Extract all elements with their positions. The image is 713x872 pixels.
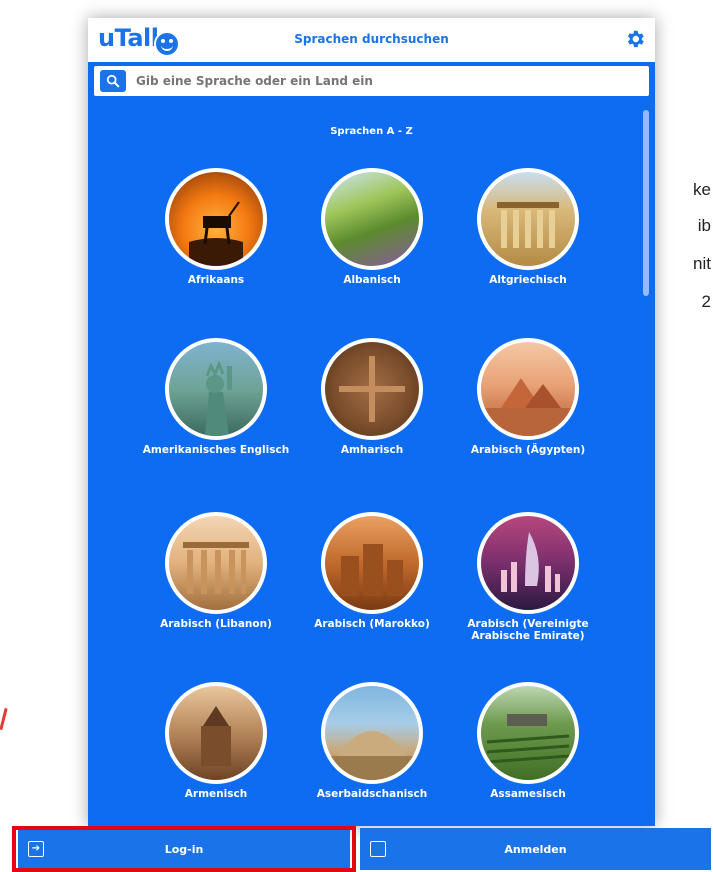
language-label: Arabisch (Marokko)	[314, 618, 430, 630]
language-tile-aserbaidschanisch[interactable]: Aserbaidschanisch	[297, 682, 447, 800]
user-card-icon: 👤	[370, 841, 386, 857]
background-text-4: 2	[701, 292, 711, 311]
language-tile-armenisch[interactable]: Armenisch	[141, 682, 291, 800]
language-tile-amharisch[interactable]: Amharisch	[297, 338, 447, 456]
search-input[interactable]	[134, 73, 618, 89]
arabisch-vae-image	[477, 512, 579, 614]
language-label: Altgriechisch	[489, 274, 567, 286]
afrikaans-image	[165, 168, 267, 270]
language-tile-albanisch[interactable]: Albanisch	[297, 168, 447, 286]
top-bar: uTalk Sprachen durchsuchen	[88, 18, 655, 62]
language-tile-amerikanisches-englisch[interactable]: Amerikanisches Englisch	[141, 338, 291, 456]
language-label: Arabisch (Vereinigte Arabische Emirate)	[467, 618, 589, 642]
arabisch-aegypten-image	[477, 338, 579, 440]
scrollbar[interactable]	[643, 110, 649, 296]
language-label: Amerikanisches Englisch	[142, 444, 290, 456]
background-red-mark	[0, 707, 8, 731]
aserbaidschanisch-image	[321, 682, 423, 784]
assamesisch-image	[477, 682, 579, 784]
language-label: Arabisch (Ägypten)	[470, 444, 586, 456]
arabisch-marokko-image	[321, 512, 423, 614]
background-text-2: ib	[697, 216, 711, 235]
language-tile-arabisch-libanon[interactable]: Arabisch (Libanon)	[141, 512, 291, 630]
language-label: Amharisch	[340, 444, 404, 456]
amerikanisches-englisch-image	[165, 338, 267, 440]
language-label: Armenisch	[184, 788, 248, 800]
gear-icon[interactable]	[623, 28, 647, 52]
highlight-frame	[12, 826, 356, 872]
search-bar	[94, 66, 649, 96]
language-tile-altgriechisch[interactable]: Altgriechisch	[453, 168, 603, 286]
armenisch-image	[165, 682, 267, 784]
language-tile-arabisch-marokko[interactable]: Arabisch (Marokko)	[297, 512, 447, 630]
utalk-app-window: uTalk Sprachen durchsuchen Sprachen A - …	[88, 18, 655, 826]
background-text-3: nit	[693, 254, 711, 273]
language-label: Assamesisch	[490, 788, 566, 800]
language-label: Albanisch	[343, 274, 401, 286]
arabisch-libanon-image	[165, 512, 267, 614]
altgriechisch-image	[477, 168, 579, 270]
language-label: Arabisch (Libanon)	[160, 618, 272, 630]
language-label: Afrikaans	[187, 274, 245, 286]
language-tile-afrikaans[interactable]: Afrikaans	[141, 168, 291, 286]
register-button[interactable]: 👤 Anmelden	[360, 828, 711, 870]
amharisch-image	[321, 338, 423, 440]
page-title: Sprachen durchsuchen	[294, 32, 449, 46]
language-label: Aserbaidschanisch	[316, 788, 428, 800]
search-icon[interactable]	[100, 70, 126, 92]
background-text-1: ke	[693, 180, 711, 199]
language-tile-arabisch-aegypten[interactable]: Arabisch (Ägypten)	[453, 338, 603, 456]
section-title: Sprachen A - Z	[330, 126, 413, 137]
register-label: Anmelden	[504, 842, 567, 856]
language-tile-assamesisch[interactable]: Assamesisch	[453, 682, 603, 800]
albanisch-image	[321, 168, 423, 270]
language-tile-arabisch-vae[interactable]: Arabisch (Vereinigte Arabische Emirate)	[453, 512, 603, 642]
